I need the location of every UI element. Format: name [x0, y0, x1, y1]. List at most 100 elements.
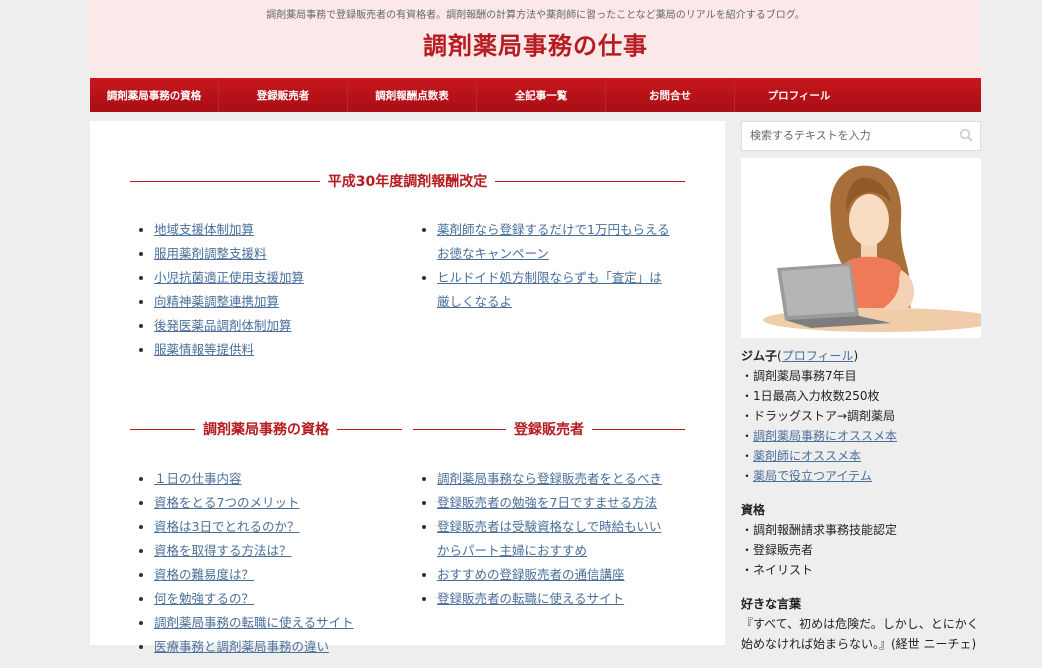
favorite-heading: 好きな言葉 [741, 597, 802, 611]
section-heading-qualification: 調剤薬局事務の資格 [130, 419, 402, 439]
qualifications-block: 資格 ・調剤報酬請求事務技能認定 ・登録販売者 ・ネイリスト [741, 500, 981, 580]
section-title: 調剤薬局事務の資格 [203, 422, 329, 438]
article-link[interactable]: 何を勉強するの？ [154, 591, 254, 606]
profile-name: ジム子 [741, 349, 778, 363]
section-title: 平成30年度調剤報酬改定 [327, 174, 488, 190]
profile-link-row: ・薬剤師にオススメ本 [741, 446, 981, 466]
section-heading-h30: 平成30年度調剤報酬改定 [130, 171, 686, 191]
article-link[interactable]: 服薬情報等提供料 [154, 342, 254, 357]
profile-line: ・調剤薬局事務7年目 [741, 369, 857, 383]
list-item: 調剤薬局事務なら登録販売者をとるべき [437, 467, 672, 491]
list-item: 資格の難易度は？ [154, 563, 414, 587]
nav-item-contact[interactable]: お問合せ [606, 78, 735, 112]
favorite-words-block: 好きな言葉 『すべて、初めは危険だ。しかし、とにかく始めなければ始まらない。』(… [741, 594, 981, 654]
list-item: 地域支援体制加算 [154, 218, 404, 242]
article-link[interactable]: 登録販売者の転職に使えるサイト [437, 591, 624, 606]
list-item: １日の仕事内容 [154, 467, 414, 491]
list-item: 医療事務と調剤薬局事務の違い [154, 635, 414, 659]
article-link[interactable]: 資格をとる7つのメリット [154, 495, 299, 510]
profile-link-row: ・薬局で役立つアイテム [741, 466, 981, 486]
heading-rule [130, 180, 320, 182]
list-item: 調剤薬局事務の転職に使えるサイト [154, 611, 414, 635]
qualification-list: １日の仕事内容 資格をとる7つのメリット 資格は3日でとれるのか？ 資格を取得す… [130, 467, 414, 659]
main-content: 平成30年度調剤報酬改定 地域支援体制加算 服用薬剤調整支援料 小児抗菌適正使用… [90, 121, 725, 654]
profile-block: ジム子(プロフィール) ・調剤薬局事務7年目 ・1日最高入力枚数250枚 ・ドラ… [741, 346, 981, 486]
article-link[interactable]: 資格を取得する方法は？ [154, 543, 292, 558]
list-item: 資格をとる7つのメリット [154, 491, 414, 515]
article-link[interactable]: ヒルドイド処方制限ならずも「査定」は厳しくなるよ [437, 270, 662, 309]
qualifications-heading: 資格 [741, 503, 766, 517]
article-link[interactable]: 地域支援体制加算 [154, 222, 254, 237]
heading-rule [337, 428, 402, 430]
list-item: 服薬情報等提供料 [154, 338, 404, 362]
nav-item-registered-seller[interactable]: 登録販売者 [219, 78, 348, 112]
nav-item-profile[interactable]: プロフィール [735, 78, 863, 112]
bullet: ・ [741, 469, 754, 483]
nav-item-qualification[interactable]: 調剤薬局事務の資格 [90, 78, 219, 112]
pharmacist-books-link[interactable]: 薬剤師にオススメ本 [753, 449, 861, 463]
list-item: 登録販売者の勉強を7日ですませる方法 [437, 491, 672, 515]
sidebar: ジム子(プロフィール) ・調剤薬局事務7年目 ・1日最高入力枚数250枚 ・ドラ… [741, 121, 999, 668]
heading-rule [495, 180, 686, 182]
list-item: 小児抗菌適正使用支援加算 [154, 266, 404, 290]
article-link[interactable]: 服用薬剤調整支援料 [154, 246, 267, 261]
list-item: 何を勉強するの？ [154, 587, 414, 611]
profile-link-row: ・調剤薬局事務にオススメ本 [741, 426, 981, 446]
list-item: 登録販売者の転職に使えるサイト [437, 587, 672, 611]
search-icon[interactable] [959, 128, 973, 142]
article-link[interactable]: 向精神薬調整連携加算 [154, 294, 279, 309]
list-item: 向精神薬調整連携加算 [154, 290, 404, 314]
list-item: 服用薬剤調整支援料 [154, 242, 404, 266]
useful-items-link[interactable]: 薬局で役立つアイテム [753, 469, 872, 483]
article-link[interactable]: 資格の難易度は？ [154, 567, 254, 582]
paren-close: ) [853, 349, 859, 363]
list-item: 登録販売者は受験資格なしで時給もいいからパート主婦におすすめ [437, 515, 672, 563]
article-link[interactable]: 小児抗菌適正使用支援加算 [154, 270, 304, 285]
article-link[interactable]: 調剤薬局事務の転職に使えるサイト [154, 615, 354, 630]
profile-illustration [741, 158, 999, 338]
profile-name-line: ジム子(プロフィール) [741, 346, 981, 366]
bullet: ・ [741, 429, 754, 443]
profile-link[interactable]: プロフィール [782, 349, 854, 363]
page-wrapper: 調剤薬局事務で登録販売者の有資格者。調剤報酬の計算方法や薬剤師に習ったことなど薬… [90, 0, 999, 654]
seller-list: 調剤薬局事務なら登録販売者をとるべき 登録販売者の勉強を7日ですませる方法 登録… [413, 467, 672, 611]
h30-list-right: 薬剤師なら登録するだけで1万円もらえるお徳なキャンペーン ヒルドイド処方制限なら… [413, 218, 672, 314]
article-link[interactable]: 調剤薬局事務なら登録販売者をとるべき [437, 471, 662, 486]
nav-item-fee-table[interactable]: 調剤報酬点数表 [348, 78, 477, 112]
qualification-line: ・ネイリスト [741, 563, 814, 577]
section-title: 登録販売者 [514, 422, 584, 438]
article-link[interactable]: 薬剤師なら登録するだけで1万円もらえるお徳なキャンペーン [437, 222, 670, 261]
bullet: ・ [741, 449, 754, 463]
h30-list-left: 地域支援体制加算 服用薬剤調整支援料 小児抗菌適正使用支援加算 向精神薬調整連携… [130, 218, 404, 362]
list-item: 資格は3日でとれるのか？ [154, 515, 414, 539]
article-link[interactable]: 登録販売者の勉強を7日ですませる方法 [437, 495, 657, 510]
article-link[interactable]: 後発医薬品調剤体制加算 [154, 318, 292, 333]
woman-laptop-illustration [763, 165, 999, 332]
article-link[interactable]: 医療事務と調剤薬局事務の違い [154, 639, 329, 654]
nav-item-all-articles[interactable]: 全記事一覧 [477, 78, 606, 112]
profile-widget: ジム子(プロフィール) ・調剤薬局事務7年目 ・1日最高入力枚数250枚 ・ドラ… [741, 346, 981, 654]
site-tagline: 調剤薬局事務で登録販売者の有資格者。調剤報酬の計算方法や薬剤師に習ったことなど薬… [266, 10, 805, 21]
list-item: ヒルドイド処方制限ならずも「査定」は厳しくなるよ [437, 266, 672, 314]
profile-line: ・1日最高入力枚数250枚 [741, 389, 880, 403]
section-heading-seller: 登録販売者 [413, 419, 685, 439]
recommend-books-link[interactable]: 調剤薬局事務にオススメ本 [753, 429, 897, 443]
list-item: おすすめの登録販売者の通信講座 [437, 563, 672, 587]
list-item: 薬剤師なら登録するだけで1万円もらえるお徳なキャンペーン [437, 218, 672, 266]
site-header: 調剤薬局事務で登録販売者の有資格者。調剤報酬の計算方法や薬剤師に習ったことなど薬… [90, 0, 981, 78]
list-item: 後発医薬品調剤体制加算 [154, 314, 404, 338]
article-link[interactable]: おすすめの登録販売者の通信講座 [437, 567, 625, 582]
article-link[interactable]: １日の仕事内容 [154, 471, 242, 486]
heading-rule [130, 428, 195, 430]
site-title[interactable]: 調剤薬局事務の仕事 [90, 31, 981, 61]
article-link[interactable]: 資格は3日でとれるのか？ [154, 519, 299, 534]
profile-line: ・ドラッグストア→調剤薬局 [741, 409, 896, 423]
global-nav: 調剤薬局事務の資格 登録販売者 調剤報酬点数表 全記事一覧 お問合せ プロフィー… [90, 78, 981, 112]
article-link[interactable]: 登録販売者は受験資格なしで時給もいいからパート主婦におすすめ [437, 519, 661, 558]
qualification-line: ・登録販売者 [741, 543, 814, 557]
heading-rule [413, 428, 506, 430]
heading-rule [592, 428, 685, 430]
qualification-line: ・調剤報酬請求事務技能認定 [741, 523, 898, 537]
search-input[interactable] [742, 122, 958, 148]
list-item: 資格を取得する方法は？ [154, 539, 414, 563]
